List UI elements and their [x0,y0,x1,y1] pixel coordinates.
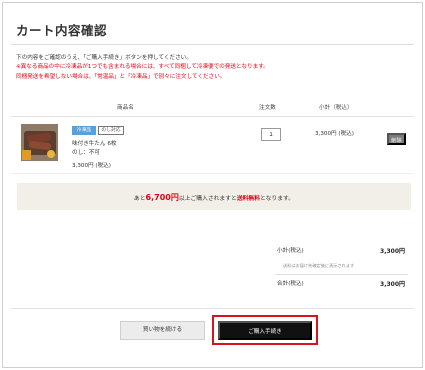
header-subtotal: 小計（税込） [319,105,353,111]
item-subtotal: 3,300円 (税込) [315,131,354,137]
quantity-input[interactable] [261,128,281,141]
checkout-button[interactable]: ご購入手続き [218,321,312,340]
continue-shopping-button[interactable]: 買い物を続ける [120,321,205,340]
shipping-prefix: あと [133,196,146,202]
page-title: カート内容確認 [16,23,108,38]
summary-shipping-note: 送料はお届け先確定後に表示されます [283,263,355,268]
free-shipping-banner: あと6,700円以上ご購入されますと送料無料となります。 [17,183,411,210]
shipping-middle: 以上ご購入されますと [178,196,237,202]
separate-order-notice: 同梱発送を希望しない場合は、「常温品」と「冷凍品」で別々に注文してください。 [16,74,226,80]
shipping-free-label: 送料無料 [236,196,261,202]
frozen-warning-notice: ※異なる商品の中に冷凍品が1つでも含まれる場合には、すべて同梱して冷凍便での発送… [16,64,269,70]
header-product: 商品名 [117,105,134,111]
noshi-badge: のし対応 [98,126,124,135]
summary-total-label: 合計(税込) [277,281,304,287]
summary-subtotal-value: 3,300円 [380,248,405,255]
summary-total-value: 3,300円 [380,281,405,288]
frozen-badge: 冷凍品 [72,126,96,135]
title-divider [11,44,414,45]
shipping-suffix: となります。 [260,196,295,202]
product-name-link[interactable]: 味付き牛たん 6枚 [72,140,117,149]
product-unit-price: 3,300円 (税込) [72,163,111,169]
summary-subtotal-label: 小計(税込) [277,248,304,254]
delete-button[interactable]: 削除 [387,133,406,145]
cart-panel: カート内容確認 下の内容をご確認のうえ、「ご購入手続き」ボタンを押してください。… [2,2,423,368]
product-noshi-option: のし：不可 [72,150,100,156]
instruction-notice: 下の内容をご確認のうえ、「ご購入手続き」ボタンを押してください。 [16,55,192,61]
header-divider [11,116,414,117]
row-divider [11,173,414,174]
header-quantity: 注文数 [259,105,276,111]
actions-divider [11,308,414,309]
summary-divider [275,274,408,275]
product-thumbnail[interactable] [21,124,58,161]
free-shipping-message: あと6,700円以上ご購入されますと送料無料となります。 [17,192,411,203]
shipping-remaining-amount: 6,700円 [145,193,179,202]
